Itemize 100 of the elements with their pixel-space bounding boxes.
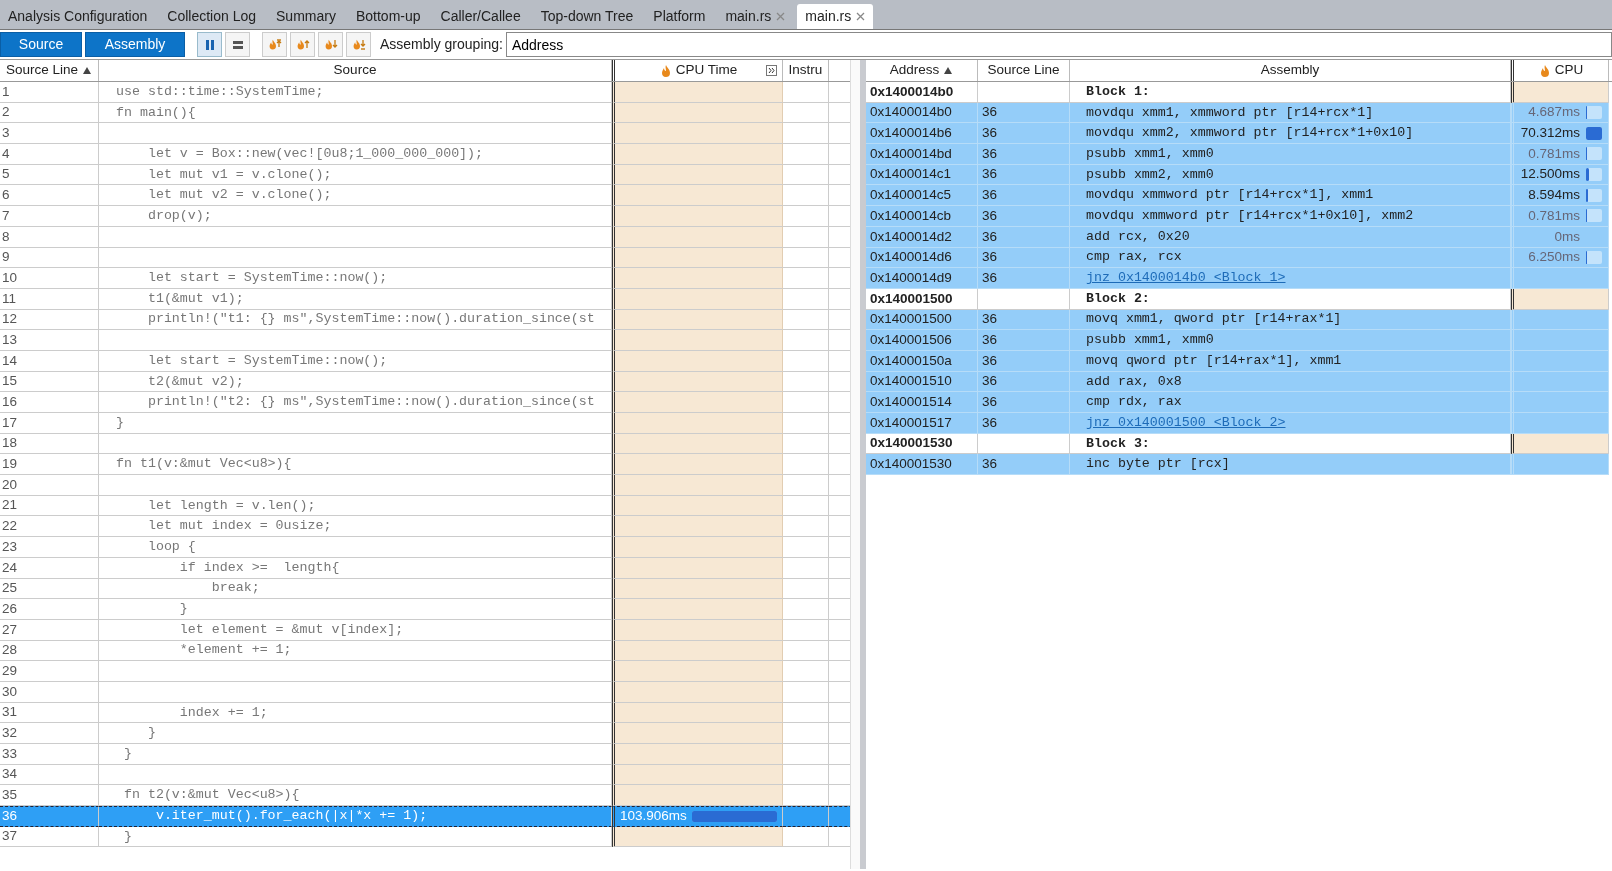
view-toggle-button[interactable]: Source	[0, 32, 82, 57]
table-cell	[783, 144, 829, 165]
table-cell	[783, 206, 829, 227]
address-cell: 0x1400014c5	[866, 185, 978, 207]
block-label: Block 3:	[1070, 433, 1511, 455]
code-line: println!("t2: {} ms",SystemTime::now().duration_since(st	[99, 392, 612, 413]
hotspot-navigation-button[interactable]	[262, 32, 287, 57]
source-line-cell: 36	[978, 350, 1070, 372]
expand-icon[interactable]	[766, 65, 777, 76]
flame-arrow-icon	[351, 38, 366, 51]
column-header[interactable]: Assembly	[1070, 60, 1511, 81]
code-line: t1(&mut v1);	[99, 288, 612, 310]
table-cell	[783, 413, 829, 434]
address-cell: 0x140001530	[866, 454, 978, 476]
instruction-text: movdqu xmm1, xmmword ptr [r14+rcx*1]	[1070, 102, 1511, 124]
code-line: let mut v1 = v.clone();	[99, 164, 612, 186]
line-number: 12	[0, 309, 99, 331]
layout-button[interactable]	[197, 32, 222, 57]
line-number: 21	[0, 495, 99, 517]
line-number: 14	[0, 350, 99, 372]
pane-splitter[interactable]	[850, 60, 866, 869]
tab[interactable]: Summary	[268, 4, 344, 29]
line-number: 10	[0, 268, 99, 289]
tab[interactable]: Top-down Tree	[532, 4, 642, 29]
table-cell	[783, 537, 829, 558]
layout-button[interactable]	[225, 32, 250, 57]
grouping-label: Assembly grouping:	[380, 35, 503, 54]
tab[interactable]: Analysis Configuration	[0, 4, 156, 29]
tab[interactable]: Collection Log	[159, 4, 265, 29]
column-header[interactable]: Instru	[783, 60, 829, 81]
address-cell: 0x140001514	[866, 392, 978, 413]
tab[interactable]: Bottom-up	[347, 4, 429, 29]
code-line: use std::time::SystemTime;	[99, 82, 612, 103]
line-number: 23	[0, 537, 99, 558]
table-cell	[783, 454, 829, 476]
code-line: drop(v);	[99, 206, 612, 227]
instruction-text: movdqu xmmword ptr [r14+rcx*1], xmm1	[1070, 185, 1511, 207]
grouping-field[interactable]: Address	[505, 32, 1612, 57]
block-label: Block 1:	[1070, 82, 1511, 103]
view-toggle-button[interactable]: Assembly	[85, 32, 185, 57]
source-line-cell: 36	[978, 144, 1070, 165]
code-line: index += 1;	[99, 702, 612, 724]
code-line: break;	[99, 578, 612, 600]
line-number: 3	[0, 123, 99, 145]
table-cell	[783, 599, 829, 620]
line-number: 16	[0, 392, 99, 413]
code-line: fn main(){	[99, 102, 612, 124]
instruction-text: psubb xmm1, xmm0	[1070, 144, 1511, 165]
table-cell	[783, 185, 829, 207]
flame-arrow-icon	[323, 38, 338, 51]
line-number: 9	[0, 247, 99, 269]
cpu-time-value: 0.781ms	[1527, 144, 1581, 163]
code-line: let v = Box::new(vec![0u8;1_000_000_000]);	[99, 144, 612, 165]
cpu-time-value: 8.594ms	[1527, 186, 1581, 205]
source-line-cell: 36	[978, 123, 1070, 145]
close-icon[interactable]	[856, 12, 866, 21]
code-line: loop {	[99, 537, 612, 558]
code-line: let mut v2 = v.clone();	[99, 185, 612, 207]
instruction-text: inc byte ptr [rcx]	[1070, 454, 1511, 476]
instruction-text: movq xmm1, qword ptr [r14+rax*1]	[1070, 309, 1511, 331]
hotspot-navigation-button[interactable]	[318, 32, 343, 57]
address-cell: 0x140001500	[866, 309, 978, 331]
source-line-cell: 36	[978, 164, 1070, 186]
column-header[interactable]: Address	[866, 60, 978, 81]
hotspot-navigation-button[interactable]	[290, 32, 315, 57]
line-number: 5	[0, 164, 99, 186]
address-cell: 0x1400014d6	[866, 247, 978, 269]
cpu-time-value: 0.781ms	[1527, 206, 1581, 225]
line-number: 28	[0, 640, 99, 662]
column-header[interactable]: Source	[99, 60, 612, 81]
code-line: let start = SystemTime::now();	[99, 350, 612, 372]
tab[interactable]: main.rs	[797, 4, 874, 29]
line-number: 24	[0, 557, 99, 579]
line-number: 20	[0, 475, 99, 496]
instruction-text: psubb xmm2, xmm0	[1070, 164, 1511, 186]
code-line: }	[99, 413, 612, 434]
instruction-text: cmp rdx, rax	[1070, 392, 1511, 413]
tab[interactable]: Platform	[645, 4, 714, 29]
sort-arrow-icon	[82, 66, 93, 75]
tab[interactable]: Caller/Callee	[432, 4, 529, 29]
hotspot-navigation-button[interactable]	[346, 32, 371, 57]
tab[interactable]: main.rs	[717, 4, 794, 29]
close-icon[interactable]	[776, 12, 786, 21]
rows-icon	[231, 38, 244, 51]
address-cell: 0x1400014cb	[866, 206, 978, 227]
code-line: }	[99, 744, 612, 765]
table-cell	[783, 82, 829, 103]
column-header[interactable]: Source Line	[978, 60, 1070, 81]
code-line: }	[99, 599, 612, 620]
address-cell: 0x1400014b0	[866, 102, 978, 124]
flame-icon	[1538, 63, 1551, 78]
line-number: 6	[0, 185, 99, 207]
flame-arrow-icon	[267, 38, 282, 51]
column-header[interactable]: Source Line	[0, 60, 99, 81]
source-line-cell: 36	[978, 226, 1070, 248]
line-number: 31	[0, 702, 99, 724]
code-line: }	[99, 826, 612, 848]
cpu-time-value: 103.906ms	[620, 807, 687, 826]
line-number: 32	[0, 723, 99, 744]
line-number: 26	[0, 599, 99, 620]
